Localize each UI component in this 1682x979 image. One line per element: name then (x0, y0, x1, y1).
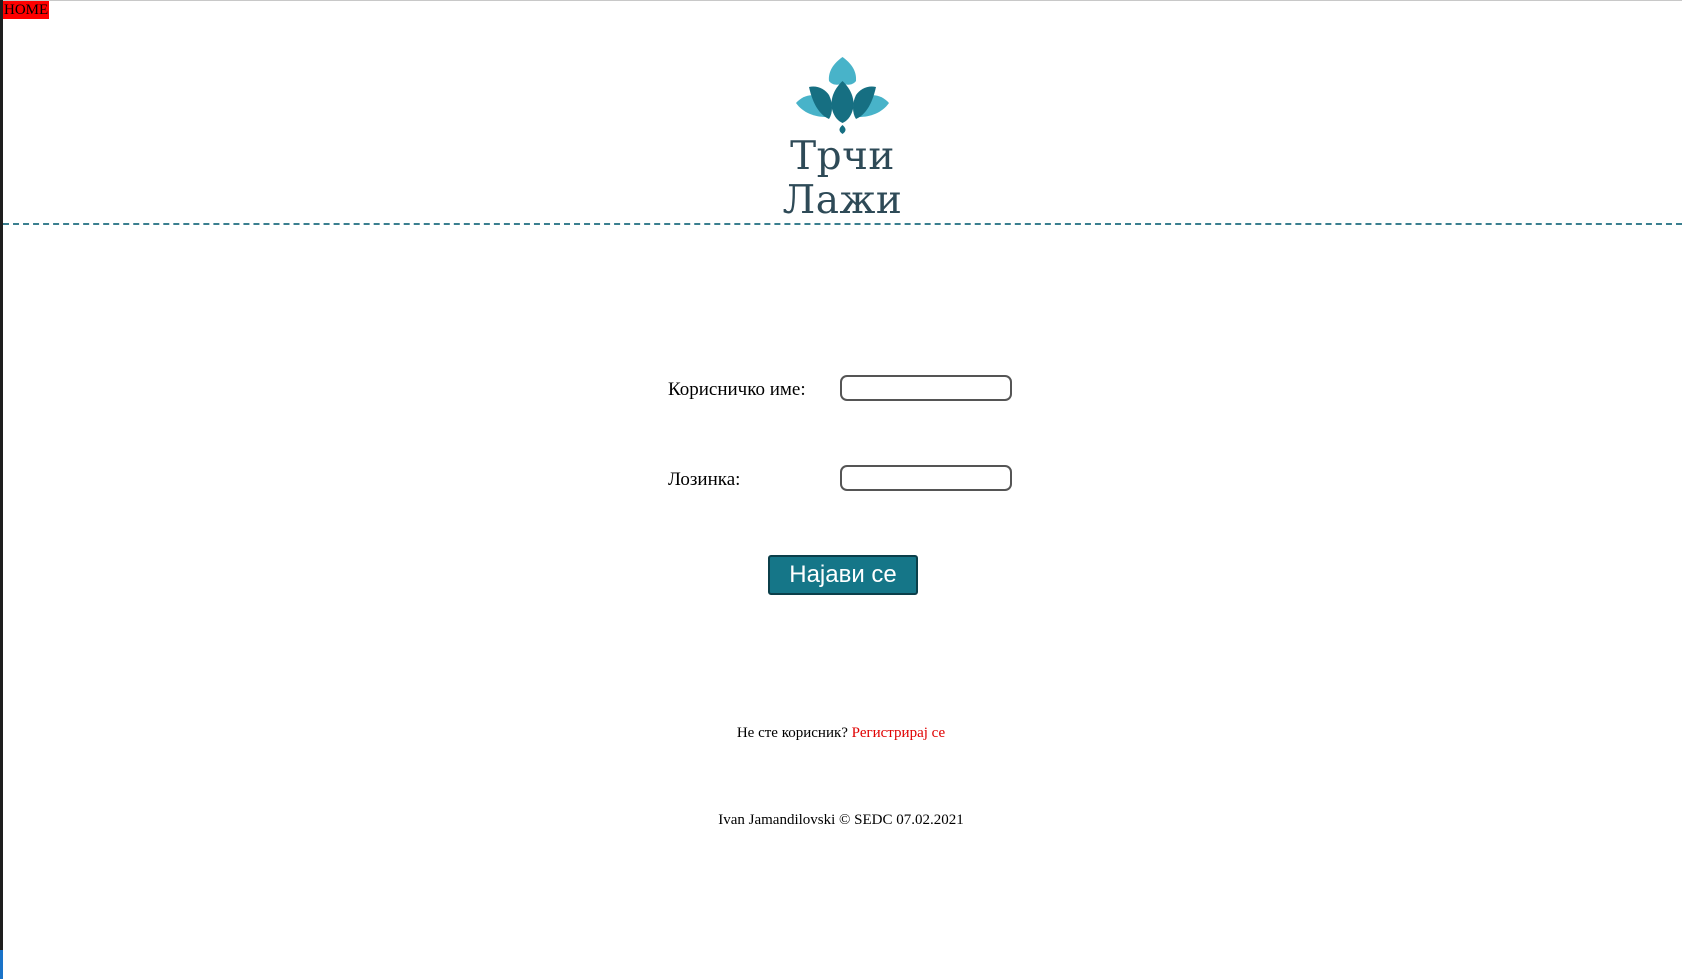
login-page: HOME Трчи Лажи Корисничко име: Лозинка: (0, 0, 1682, 979)
top-border (0, 0, 1682, 1)
header-divider (3, 223, 1682, 225)
left-edge-accent (0, 950, 3, 979)
left-window-edge (0, 0, 3, 979)
brand-name: Трчи Лажи (782, 134, 903, 223)
site-logo[interactable]: Трчи Лажи (745, 55, 940, 223)
register-link[interactable]: Регистрирај се (852, 725, 945, 741)
login-form: Корисничко име: Лозинка: (668, 375, 1028, 495)
register-prompt-line: Не сте корисник? Регистрирај се (0, 725, 1682, 742)
password-label: Лозинка: (668, 469, 741, 490)
footer-copyright: Ivan Jamandilovski © SEDC 07.02.2021 (718, 812, 964, 828)
password-input[interactable] (840, 465, 1012, 491)
username-row: Корисничко име: (668, 375, 1028, 405)
lotus-icon (796, 57, 889, 134)
username-label: Корисничко име: (668, 379, 806, 400)
username-input[interactable] (840, 375, 1012, 401)
login-button[interactable]: Најави се (768, 555, 918, 595)
home-link[interactable]: HOME (3, 1, 50, 19)
password-row: Лозинка: (668, 465, 1028, 495)
register-prompt: Не сте корисник? (736, 725, 848, 741)
